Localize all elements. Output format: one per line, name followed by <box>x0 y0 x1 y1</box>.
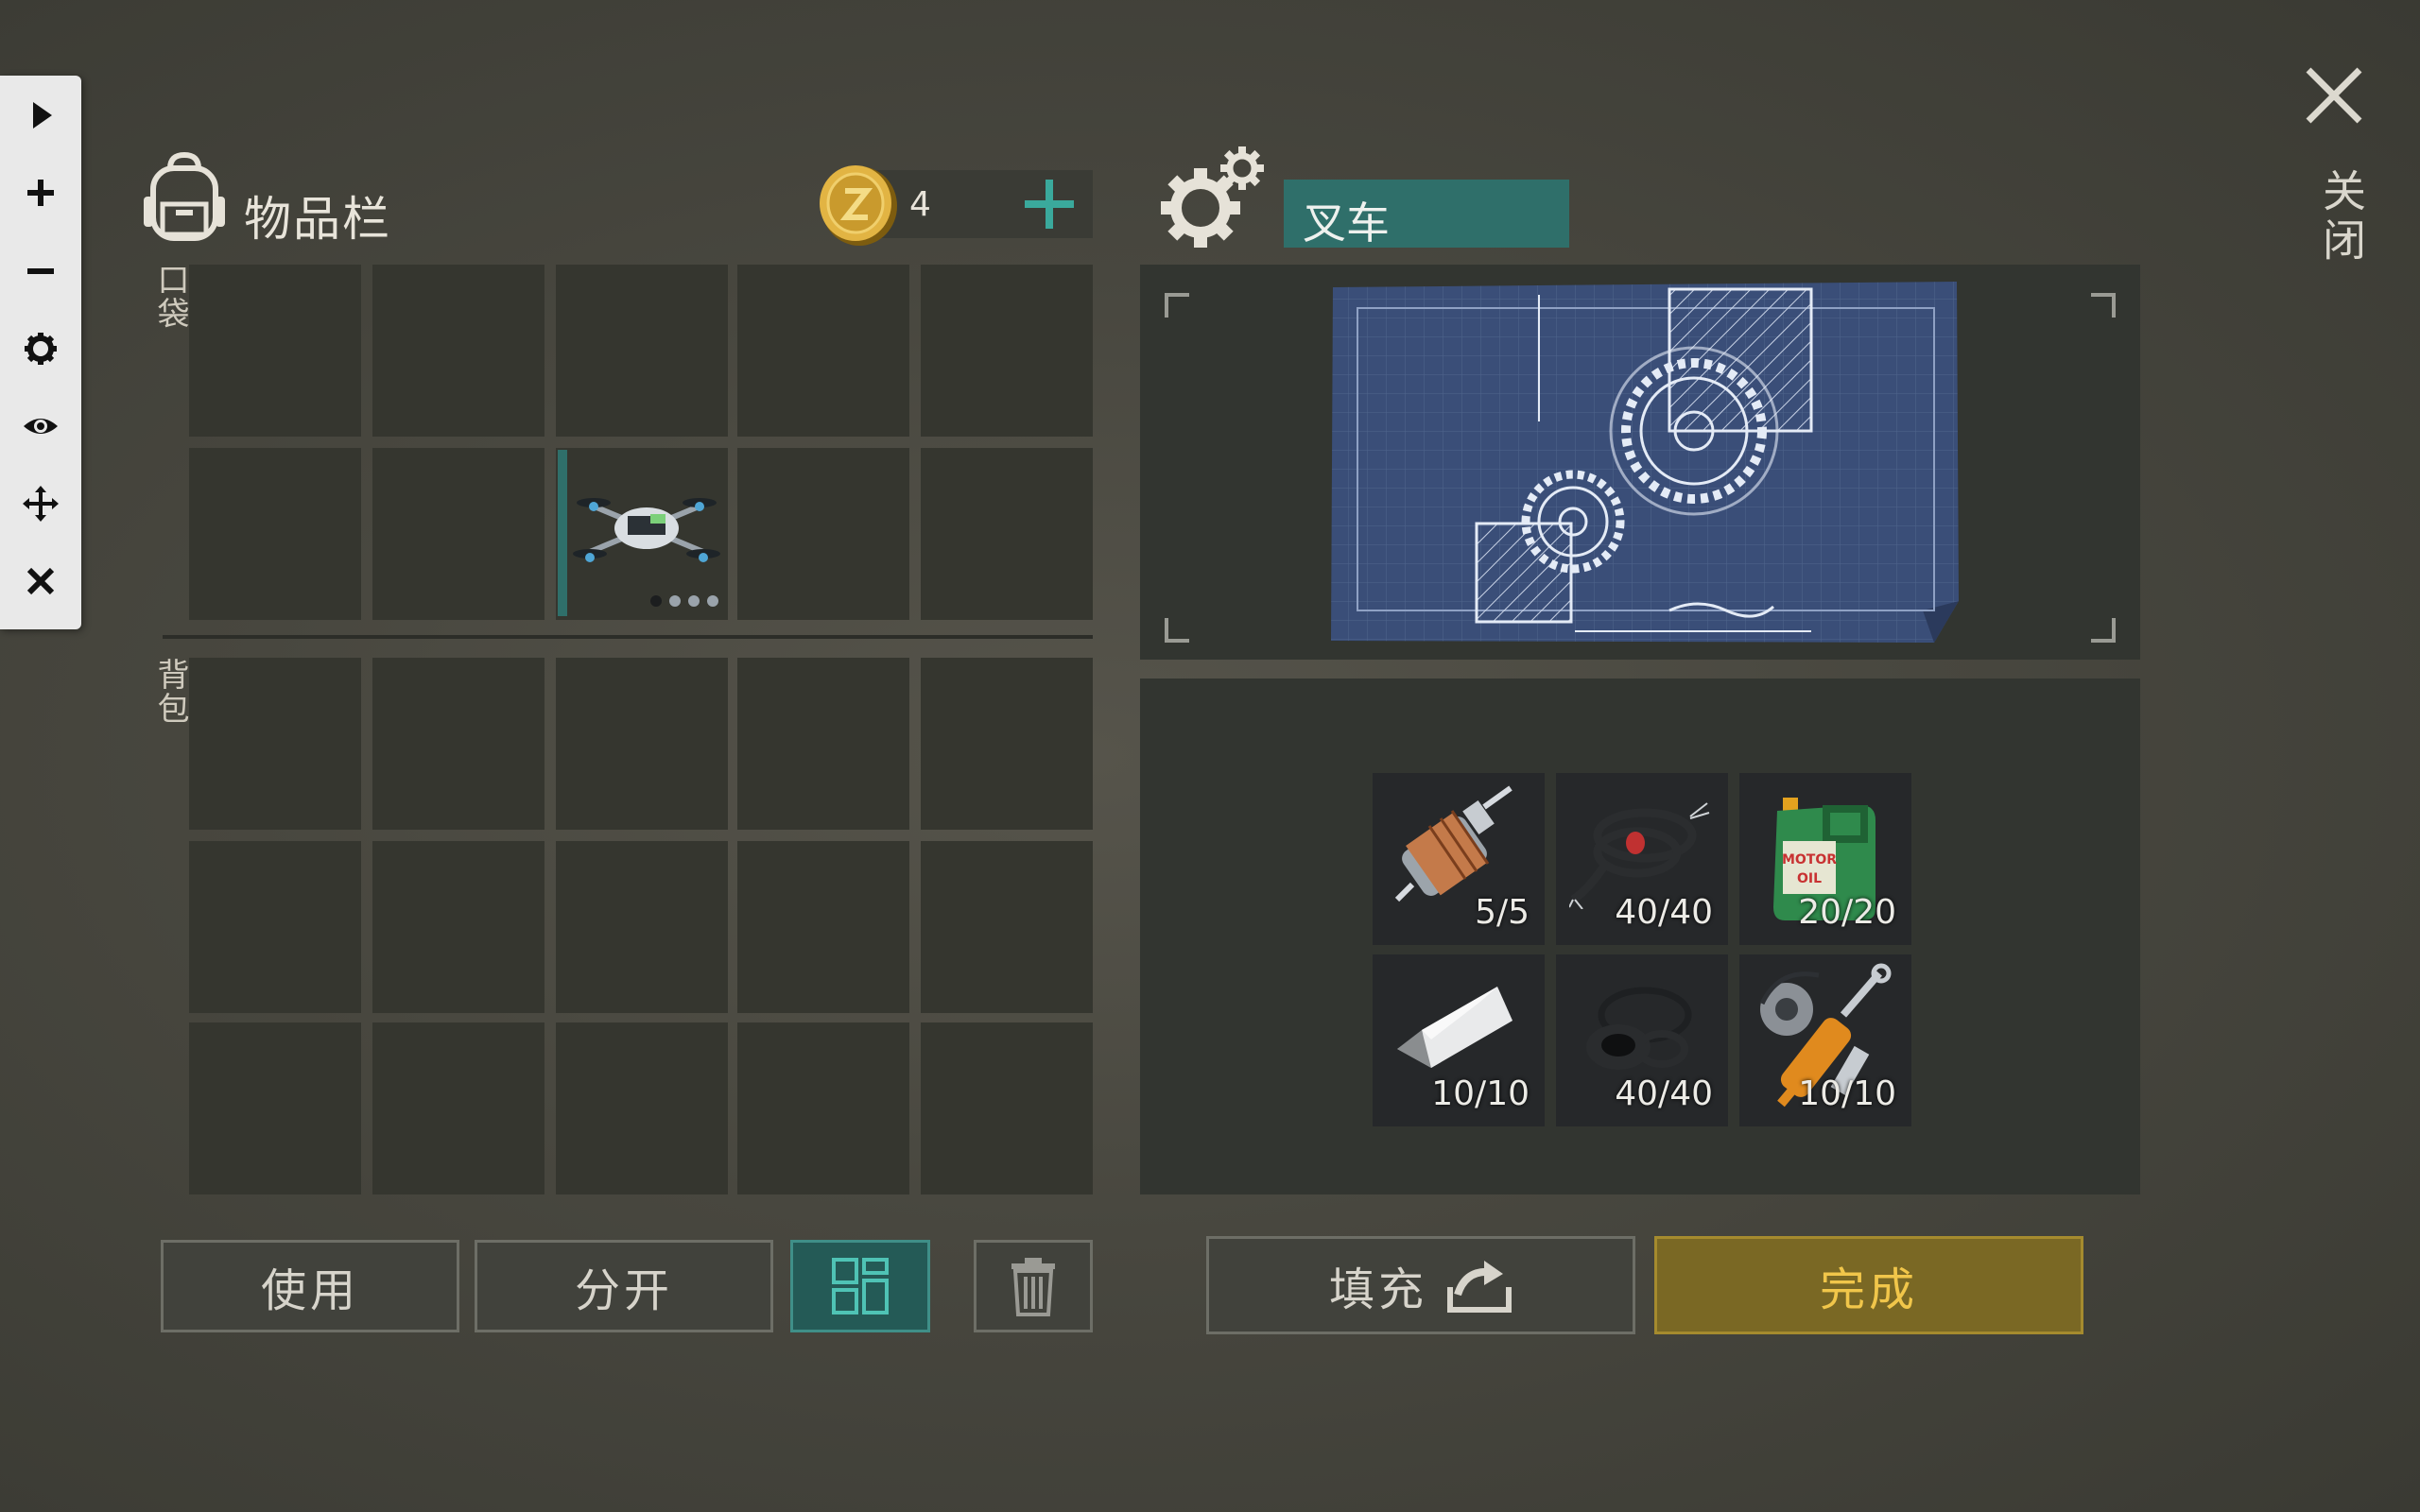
blueprint-panel <box>1140 265 2140 660</box>
backpack-slot[interactable] <box>737 841 909 1013</box>
close-x-icon <box>2306 67 2362 124</box>
ingredient-slot[interactable]: 5/5 <box>1373 773 1545 945</box>
selected-indicator <box>558 450 567 616</box>
fill-button-label: 填充 <box>1328 1263 1427 1316</box>
backpack-slot[interactable] <box>921 1022 1093 1194</box>
pocket-slot[interactable] <box>737 265 909 437</box>
ingredient-slot[interactable]: 10/10 <box>1739 954 1911 1126</box>
ingredient-slot[interactable]: 40/40 <box>1556 954 1728 1126</box>
silver-ingot-icon <box>1397 987 1512 1068</box>
backpack-slot[interactable] <box>372 658 544 830</box>
plus-icon[interactable] <box>0 160 81 226</box>
sort-grid-button[interactable] <box>790 1240 930 1332</box>
close-label[interactable]: 关闭 <box>2310 168 2373 266</box>
pocket-slot[interactable] <box>737 448 909 620</box>
fill-icon <box>1447 1261 1512 1313</box>
ingredient-slot[interactable]: 40/40 <box>1556 773 1728 945</box>
play-icon[interactable] <box>0 82 81 148</box>
pocket-slot[interactable] <box>372 265 544 437</box>
ingredient-count: 5/5 <box>1475 893 1530 932</box>
pocket-slot[interactable] <box>921 448 1093 620</box>
split-button[interactable]: 分开 <box>475 1240 773 1332</box>
backpack-slot[interactable] <box>372 1022 544 1194</box>
backpack-label: 背包 <box>151 658 189 726</box>
pocket-label: 口袋 <box>151 263 189 331</box>
blueprint-image <box>1331 282 1959 643</box>
pocket-slot[interactable] <box>189 448 361 620</box>
backpack-slot[interactable] <box>372 841 544 1013</box>
ingredient-count: 40/40 <box>1615 1074 1713 1113</box>
crafting-gears-icon <box>1161 146 1269 249</box>
ingredient-slot[interactable]: 10/10 <box>1373 954 1545 1126</box>
ingredients-panel: 5/5 40/40 MOTOR OIL 20/20 10/10 40/40 10… <box>1140 679 2140 1194</box>
svg-text:MOTOR: MOTOR <box>1782 852 1837 868</box>
ingredient-count: 20/20 <box>1798 893 1896 932</box>
pocket-slot[interactable] <box>921 265 1093 437</box>
fill-button[interactable]: 填充 <box>1206 1236 1635 1334</box>
coin-count: 4 <box>909 185 931 224</box>
svg-text:OIL: OIL <box>1797 871 1822 886</box>
close-button[interactable] <box>2303 64 2365 127</box>
backpack-slot[interactable] <box>921 658 1093 830</box>
backpack-slot[interactable] <box>737 658 909 830</box>
backpack-icon <box>142 151 227 242</box>
eye-icon[interactable] <box>0 393 81 459</box>
recipe-name: 叉车 <box>1303 198 1390 249</box>
drone-icon <box>571 476 722 580</box>
use-button[interactable]: 使用 <box>161 1240 459 1332</box>
backpack-slot[interactable] <box>189 658 361 830</box>
ingredient-count: 10/10 <box>1798 1074 1896 1113</box>
backpack-slot[interactable] <box>737 1022 909 1194</box>
recipe-name-box: 叉车 <box>1284 180 1569 249</box>
backpack-slot[interactable] <box>921 841 1093 1013</box>
close-icon[interactable] <box>0 548 81 614</box>
rubber-seals-icon <box>1586 987 1692 1070</box>
pocket-slot[interactable] <box>372 448 544 620</box>
divider <box>163 635 1093 639</box>
pocket-slot-drone[interactable] <box>556 448 728 620</box>
backpack-slot[interactable] <box>189 1022 361 1194</box>
debug-toolbar <box>0 76 81 629</box>
ingredient-count: 10/10 <box>1431 1074 1530 1113</box>
grid-sort-icon <box>832 1258 889 1314</box>
wires-icon <box>1569 802 1710 909</box>
backpack-slot[interactable] <box>189 841 361 1013</box>
trash-icon <box>1011 1258 1055 1316</box>
backpack-slot[interactable] <box>556 658 728 830</box>
trash-button[interactable] <box>974 1240 1093 1332</box>
coin-icon <box>817 161 898 248</box>
add-coins-button[interactable] <box>1023 176 1076 232</box>
pocket-slot[interactable] <box>189 265 361 437</box>
ingredient-slot[interactable]: MOTOR OIL 20/20 <box>1739 773 1911 945</box>
inventory-title: 物品栏 <box>244 192 391 247</box>
backpack-slot[interactable] <box>556 841 728 1013</box>
move-icon[interactable] <box>0 471 81 537</box>
done-button[interactable]: 完成 <box>1654 1236 2083 1334</box>
gear-icon[interactable] <box>0 316 81 382</box>
ingredient-count: 40/40 <box>1615 893 1713 932</box>
minus-icon[interactable] <box>0 238 81 304</box>
backpack-slot[interactable] <box>556 1022 728 1194</box>
durability-dots <box>648 593 724 609</box>
pocket-slot[interactable] <box>556 265 728 437</box>
